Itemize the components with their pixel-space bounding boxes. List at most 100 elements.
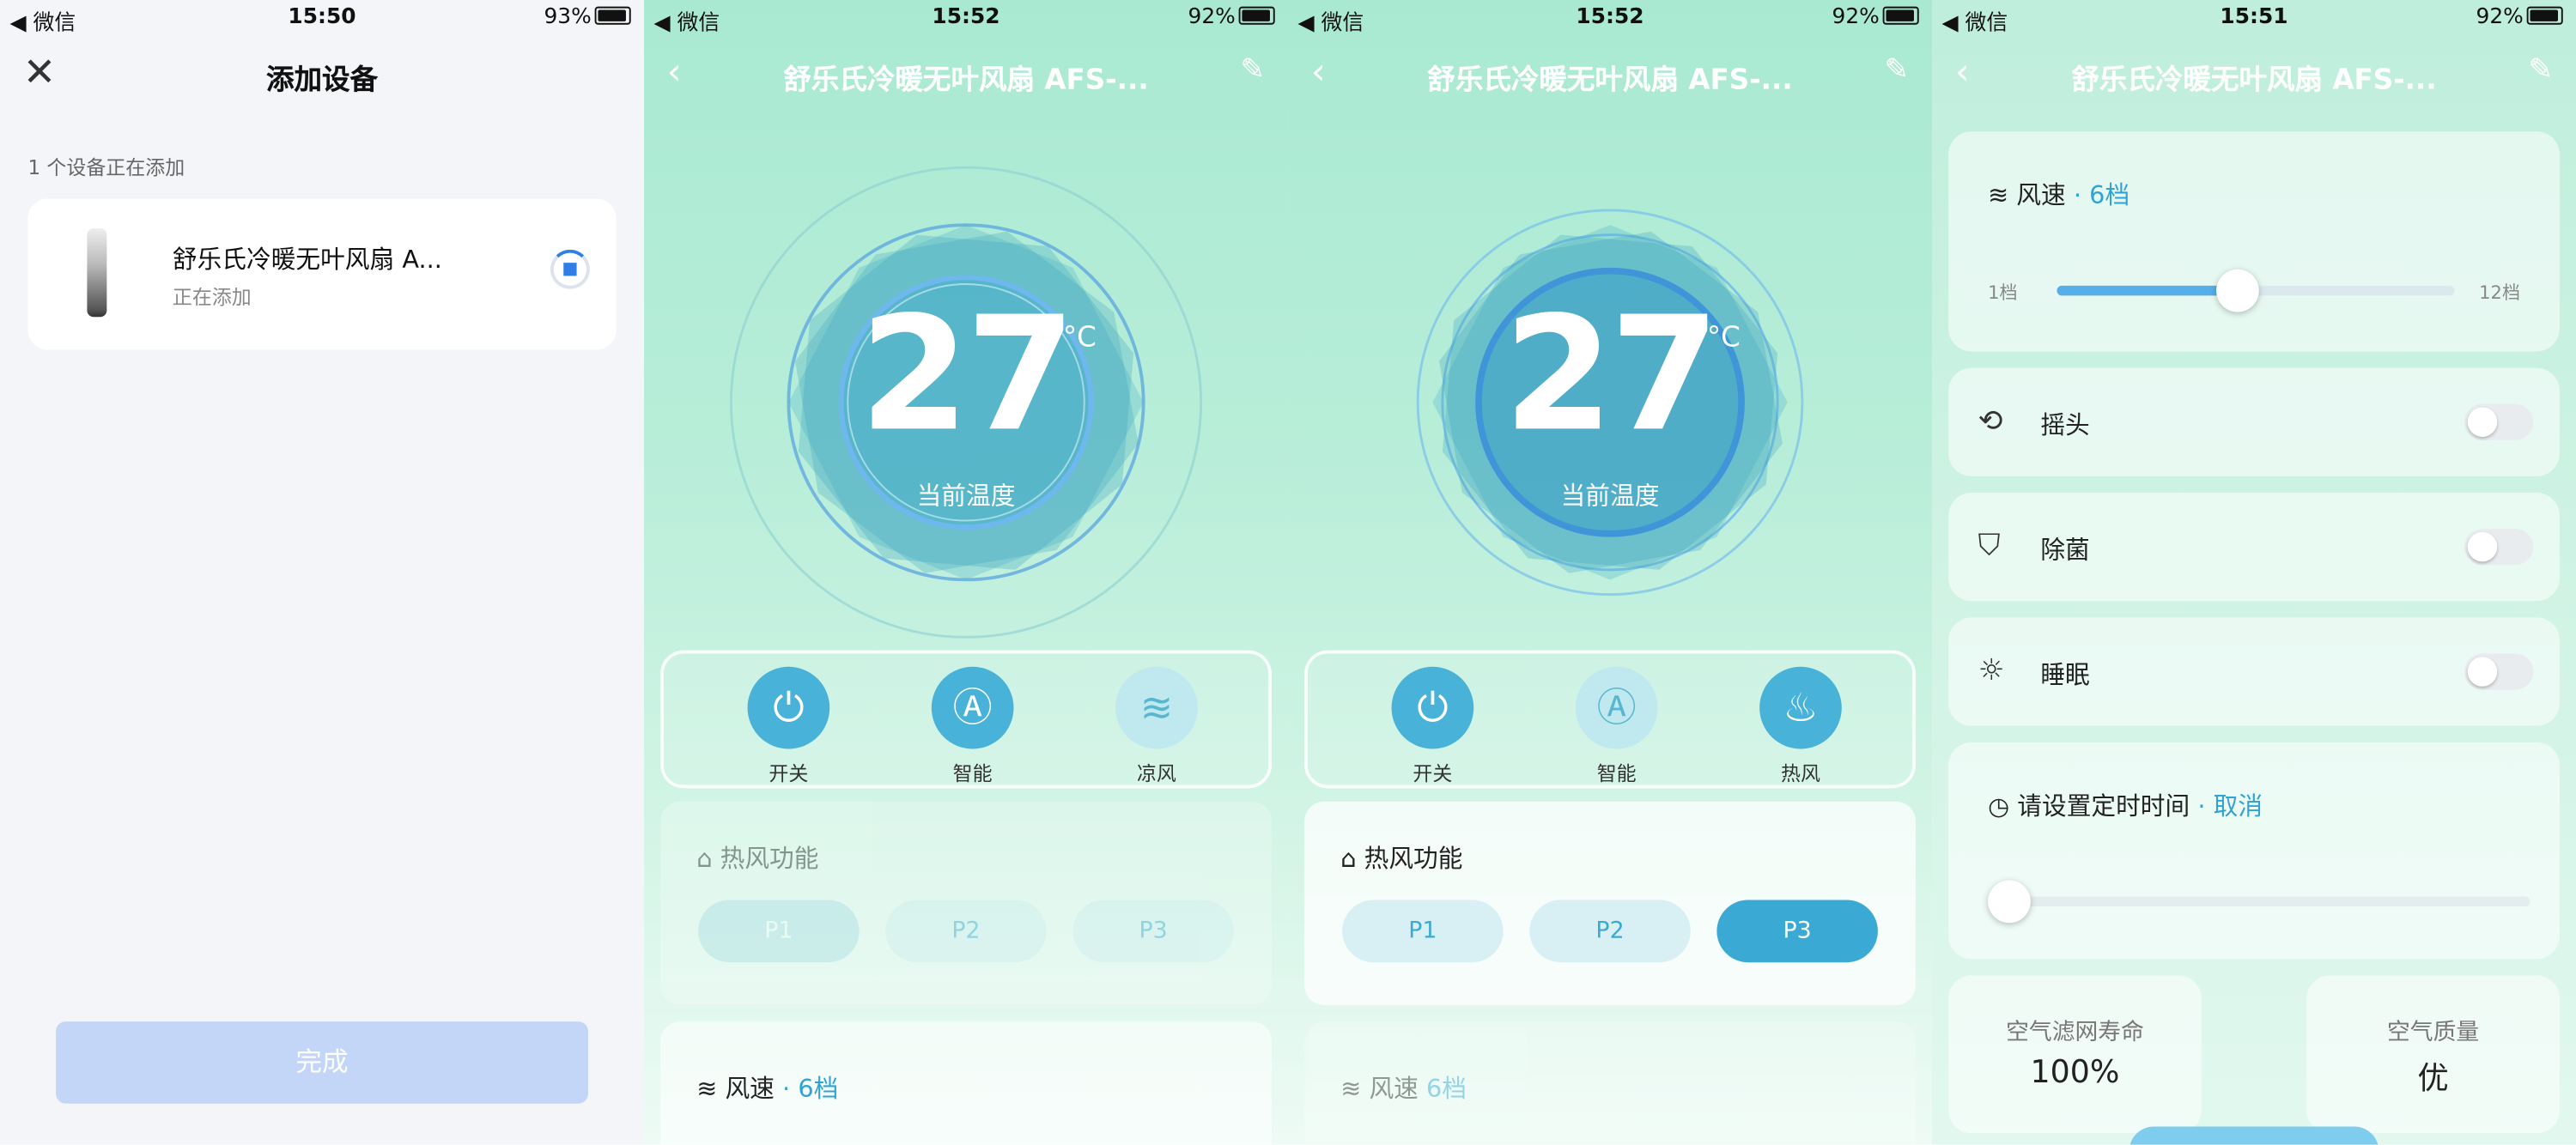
timer-title: ◷ 请设置定时时间 · 取消 (1988, 791, 2263, 821)
timer-cancel-link[interactable]: 取消 (2214, 791, 2263, 821)
battery-icon (1882, 6, 1919, 25)
heat-function-card: ⌂ 热风功能 P1 P2 P3 (660, 801, 1272, 1005)
heat-house-icon: ⌂ (1340, 844, 1357, 874)
device-status: 正在添加 (172, 285, 252, 309)
status-right: 92% (1832, 4, 1919, 30)
heat-p3-button[interactable]: P3 (1072, 900, 1234, 963)
device-card[interactable]: 舒乐氏冷暖无叶风扇 A... 正在添加 (27, 198, 617, 350)
device-title: 舒乐氏冷暖无叶风扇 AFS-... (1427, 64, 1793, 97)
heat-p2-button[interactable]: P2 (1529, 900, 1691, 963)
swing-row: ⟲ 摇头 (1948, 367, 2560, 476)
temperature-value: 27 (860, 282, 1076, 467)
bulb-icon: ☼ (1978, 653, 2005, 688)
battery-percent: 93% (544, 4, 592, 30)
battery-icon (594, 6, 631, 25)
wind-icon: ≋ (1988, 180, 2009, 210)
heat-function-card: ⌂ 热风功能 P1 P2 P3 (1304, 801, 1916, 1005)
device-screen-heat: ◀ 微信 15:52 92% ‹ 舒乐氏冷暖无叶风扇 AFS-... ✎ 27 … (1288, 0, 1933, 1145)
battery-icon (1238, 6, 1275, 25)
power-button[interactable]: ⏻ 开关 (739, 666, 838, 787)
done-button[interactable]: 完成 (56, 1021, 588, 1104)
status-right: 92% (2476, 4, 2563, 30)
clock-icon: ◷ (1988, 791, 2010, 821)
battery-percent: 92% (1832, 4, 1880, 30)
battery-icon (2526, 6, 2563, 25)
wind-speed-value: 6档 (798, 1074, 839, 1104)
air-quality-value: 优 (2417, 1060, 2449, 1098)
wind-speed-value: 6档 (1426, 1074, 1467, 1104)
device-title: 舒乐氏冷暖无叶风扇 AFS-... (2071, 64, 2437, 97)
sterilize-toggle[interactable] (2464, 529, 2534, 566)
heat-p1-button[interactable]: P1 (698, 900, 860, 963)
auto-mode-icon: Ⓐ (1575, 666, 1658, 749)
edit-icon[interactable]: ✎ (2528, 52, 2553, 87)
smart-button[interactable]: Ⓐ 智能 (1567, 666, 1666, 787)
wind-speed-fill (2057, 285, 2238, 296)
heat-wind-button[interactable]: ♨ 热风 (1752, 666, 1850, 787)
loading-spinner-icon (550, 249, 590, 289)
power-icon: ⏻ (1391, 666, 1474, 749)
power-label: 开关 (769, 761, 809, 785)
sleep-label: 睡眠 (2040, 660, 2090, 690)
wind-speed-value: 6档 (2089, 180, 2130, 210)
timer-slider[interactable] (1988, 880, 2530, 924)
wind-min-label: 1档 (1988, 282, 2018, 304)
temperature-unit: °C (1062, 322, 1097, 355)
heat-p2-button[interactable]: P2 (885, 900, 1047, 963)
status-right: 93% (544, 4, 631, 30)
swing-label: 摇头 (2040, 410, 2090, 440)
wind-speed-knob[interactable] (2216, 269, 2259, 312)
shield-icon: ⛉ (1978, 529, 2001, 564)
bottom-action-button[interactable] (2129, 1126, 2379, 1145)
wind-speed-card: ≋ 风速 · 6档 (660, 1021, 1272, 1145)
filter-life-label: 空气滤网寿命 (2006, 1020, 2144, 1046)
wind-icon: ≋ (696, 1074, 718, 1104)
temperature-unit: °C (1706, 322, 1741, 355)
wind-speed-title: ≋ 风速 6档 (1340, 1074, 1467, 1104)
nav-bar: ‹ 舒乐氏冷暖无叶风扇 AFS-... ✎ (644, 43, 1288, 102)
wind-speed-title: ≋ 风速 · 6档 (696, 1074, 839, 1104)
power-label: 开关 (1413, 761, 1453, 785)
nav-bar: ✕ 添加设备 (0, 43, 644, 102)
wind-icon: ≋ (1340, 1074, 1362, 1104)
heat-p3-button[interactable]: P3 (1716, 900, 1878, 963)
smart-label: 智能 (952, 761, 993, 785)
smart-label: 智能 (1596, 761, 1637, 785)
battery-percent: 92% (1188, 4, 1236, 30)
status-bar: ◀ 微信 15:52 92% (644, 0, 1288, 36)
sterilize-row: ⛉ 除菌 (1948, 492, 2560, 602)
status-bar: ◀ 微信 15:52 92% (1288, 0, 1932, 36)
temperature-label: 当前温度 (1560, 481, 1660, 512)
smart-button[interactable]: Ⓐ 智能 (923, 666, 1022, 787)
heat-p1-button[interactable]: P1 (1342, 900, 1504, 963)
swing-toggle[interactable] (2464, 403, 2534, 440)
status-right: 92% (1188, 4, 1275, 30)
timer-card: ◷ 请设置定时时间 · 取消 (1948, 742, 2560, 960)
nav-bar: ‹ 舒乐氏冷暖无叶风扇 AFS-... ✎ (1932, 43, 2576, 102)
cool-wind-button[interactable]: ≋ 凉风 (1108, 666, 1206, 787)
screenshot-collage: ◀ 微信 15:50 93% ✕ 添加设备 1 个设备正在添加 舒乐氏冷暖无叶风… (0, 0, 2576, 1145)
fan-image (87, 227, 107, 318)
status-bar: ◀ 微信 15:50 93% (0, 0, 644, 36)
filter-life-value: 100% (2030, 1054, 2120, 1091)
device-settings-screen: ◀ 微信 15:51 92% ‹ 舒乐氏冷暖无叶风扇 AFS-... ✎ ≋ 风… (1932, 0, 2576, 1145)
heat-icon: ♨ (1759, 666, 1842, 749)
battery-percent: 92% (2476, 4, 2524, 30)
sleep-toggle[interactable] (2464, 653, 2534, 690)
wind-speed-card: ≋ 风速 · 6档 1档 12档 (1948, 131, 2560, 352)
auto-mode-icon: Ⓐ (931, 666, 1014, 749)
wind-max-label: 12档 (2479, 282, 2521, 304)
power-button[interactable]: ⏻ 开关 (1383, 666, 1482, 787)
device-title: 舒乐氏冷暖无叶风扇 AFS-... (783, 64, 1149, 97)
mode-controls: ⏻ 开关 Ⓐ 智能 ≋ 凉风 (660, 650, 1272, 789)
wind-speed-title: ≋ 风速 · 6档 (1988, 180, 2130, 210)
wind-speed-slider[interactable] (2057, 269, 2455, 312)
wind-speed-card: ≋ 风速 6档 (1304, 1021, 1916, 1145)
temperature-label: 当前温度 (916, 481, 1016, 512)
page-title: 添加设备 (265, 64, 379, 97)
timer-knob[interactable] (1988, 880, 2031, 924)
heat-house-icon: ⌂ (696, 844, 713, 874)
edit-icon[interactable]: ✎ (1240, 52, 1265, 87)
edit-icon[interactable]: ✎ (1884, 52, 1909, 87)
temperature-value: 27 (1504, 282, 1720, 467)
